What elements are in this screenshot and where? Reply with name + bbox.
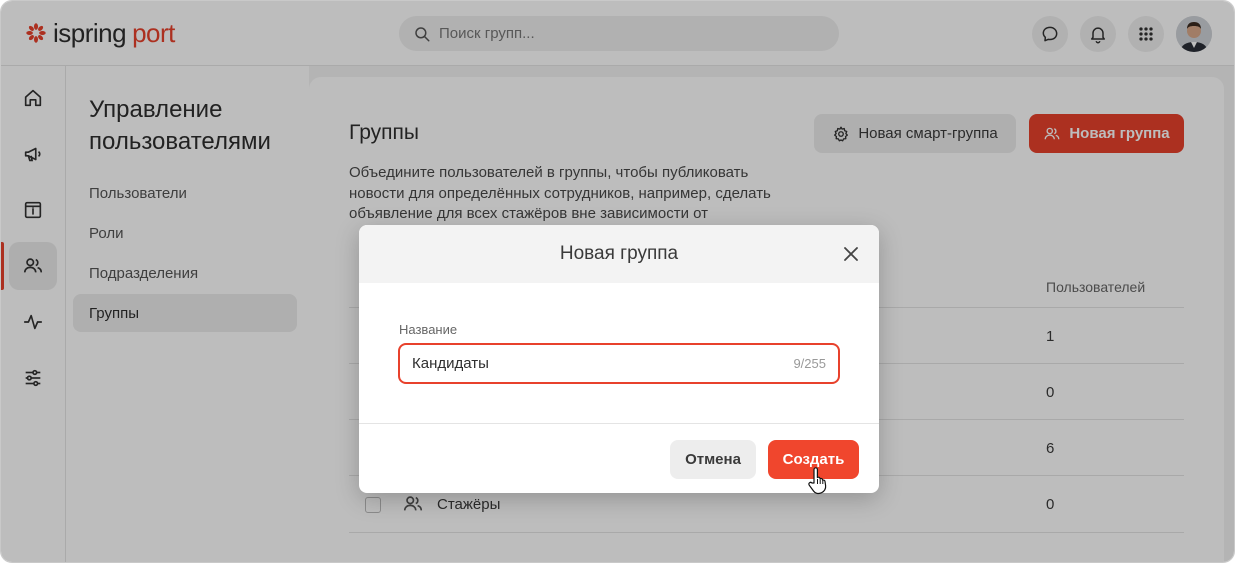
close-button[interactable]: [837, 240, 865, 268]
name-field-label: Название: [399, 322, 458, 337]
new-group-dialog: Новая группа Название 9/255 Отмена Созда…: [359, 225, 879, 493]
dialog-divider: [359, 423, 879, 424]
app-window: ispring port Поиск групп... Управление п…: [0, 0, 1235, 563]
group-name-input[interactable]: [412, 355, 794, 372]
close-icon: [844, 247, 858, 261]
dialog-header: Новая группа: [359, 225, 879, 283]
name-field[interactable]: 9/255: [398, 343, 840, 384]
dialog-title: Новая группа: [559, 243, 679, 264]
char-counter: 9/255: [793, 356, 826, 371]
cancel-button[interactable]: Отмена: [670, 440, 756, 479]
hand-cursor-icon: [808, 467, 827, 495]
